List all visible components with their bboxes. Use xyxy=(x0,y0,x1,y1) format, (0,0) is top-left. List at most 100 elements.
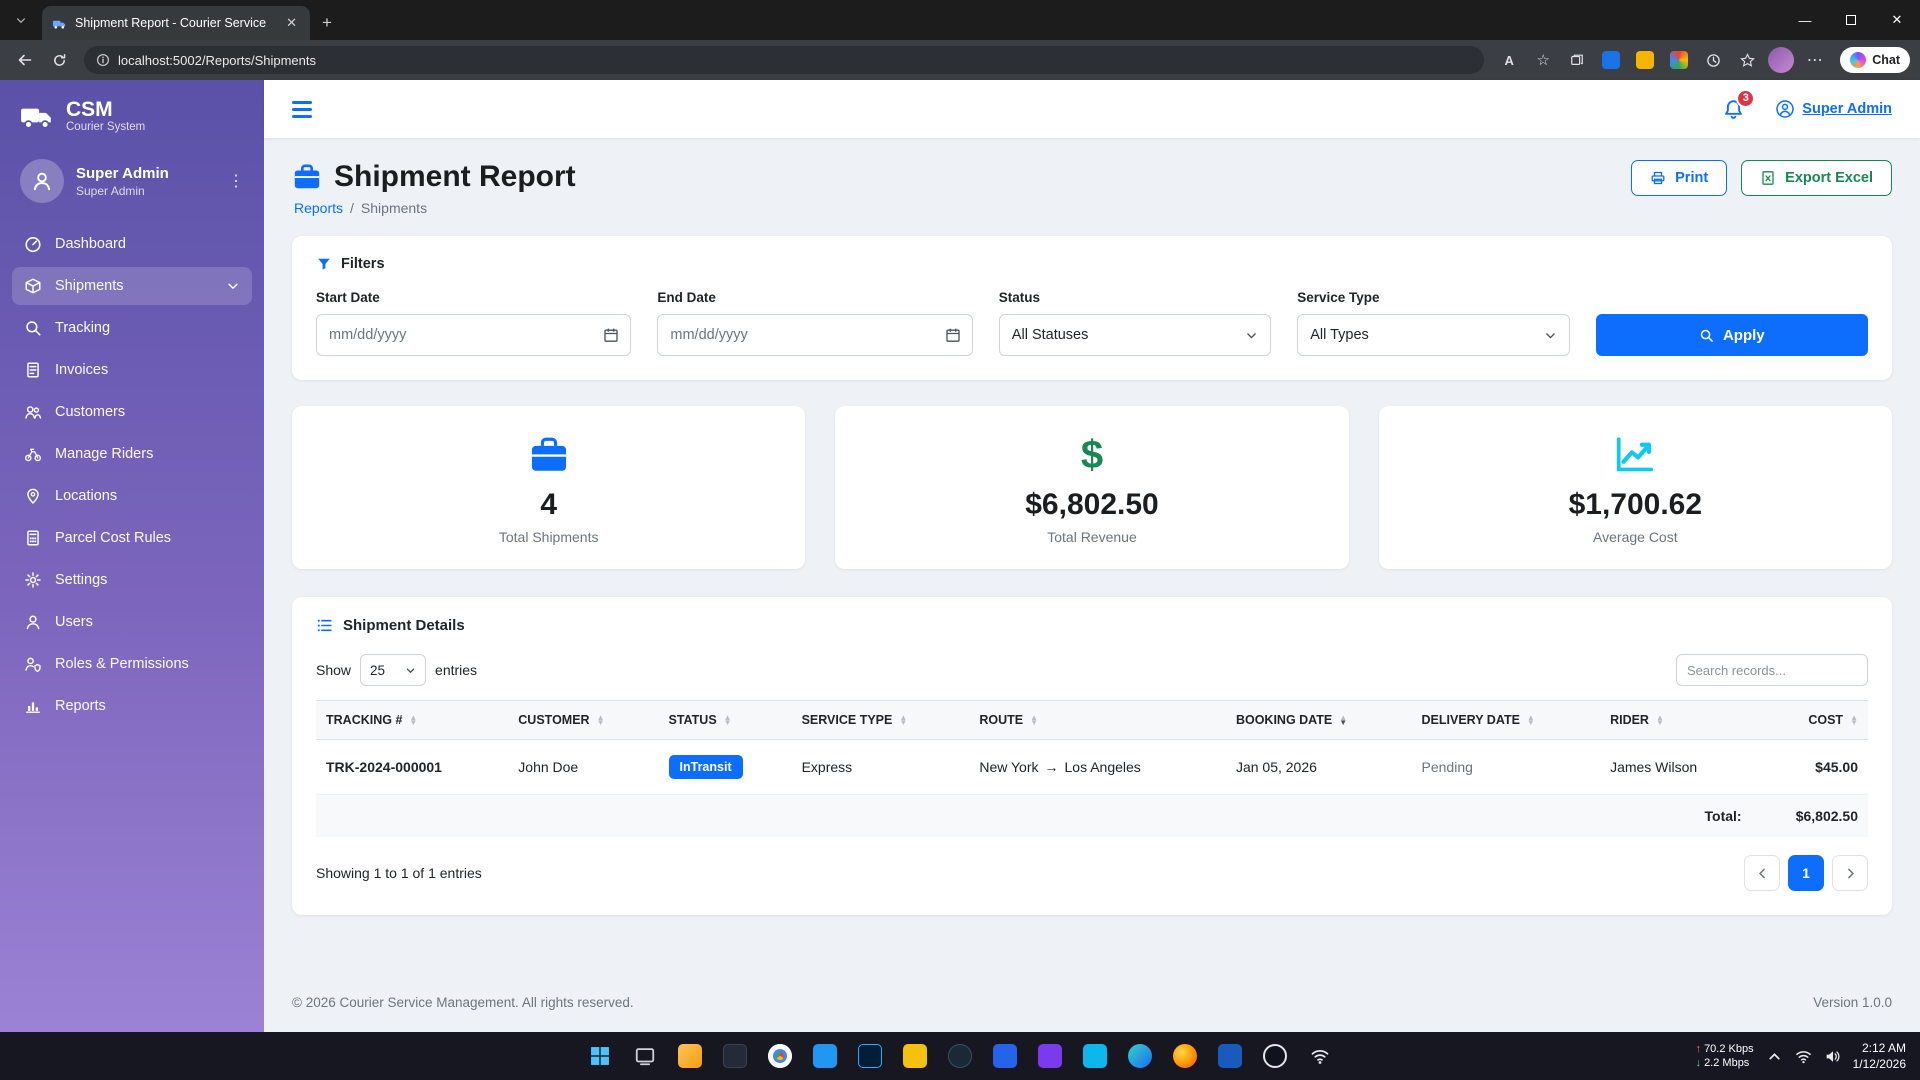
terminal-app-icon[interactable] xyxy=(716,1036,754,1076)
collections-icon[interactable] xyxy=(1562,45,1592,75)
app-topbar: 3 Super Admin xyxy=(264,80,1920,138)
service-type-select[interactable]: All Types xyxy=(1297,314,1569,356)
page-scroll-area[interactable]: Shipment Report Reports / Shipments xyxy=(264,138,1920,1032)
topbar-user-link[interactable]: Super Admin xyxy=(1775,99,1892,119)
files-app-icon[interactable] xyxy=(671,1036,709,1076)
col-header-tracking[interactable]: TRACKING #▲▼ xyxy=(316,701,508,740)
col-header-service-type[interactable]: SERVICE TYPE▲▼ xyxy=(792,701,970,740)
wifi-tool-icon[interactable] xyxy=(1301,1036,1339,1076)
settings-more-icon[interactable]: ⋯ xyxy=(1800,45,1830,75)
start-date-input[interactable] xyxy=(316,314,631,356)
download-arrow-icon: ↓ xyxy=(1696,1057,1702,1069)
hidden-icons-chevron[interactable] xyxy=(1766,1048,1783,1065)
search-icon xyxy=(1699,328,1714,343)
sidebar-item-invoices[interactable]: Invoices xyxy=(12,351,252,389)
user-menu-icon[interactable]: ⋮ xyxy=(228,171,244,191)
volume-icon[interactable] xyxy=(1824,1048,1841,1065)
chevron-down-icon xyxy=(226,279,240,293)
calendar-icon[interactable] xyxy=(945,327,961,343)
vscode-icon[interactable] xyxy=(806,1036,844,1076)
taskbar-clock[interactable]: 2:12 AM 1/12/2026 xyxy=(1853,1040,1906,1072)
windows-taskbar: ↑ 70.2 Kbps ↓ 2.2 Mbps 2:12 AM 1/12/2026 xyxy=(0,1032,1920,1080)
gear-icon xyxy=(24,571,42,589)
sidebar-item-settings[interactable]: Settings xyxy=(12,561,252,599)
new-tab-button[interactable]: + xyxy=(310,6,344,40)
read-aloud-icon[interactable]: A xyxy=(1494,45,1524,75)
sidebar-item-parcel-cost-rules[interactable]: Parcel Cost Rules xyxy=(12,519,252,557)
task-view-button[interactable] xyxy=(626,1036,664,1076)
vscode-insiders-icon[interactable] xyxy=(1031,1036,1069,1076)
word-icon[interactable] xyxy=(1211,1036,1249,1076)
pagination: 1 xyxy=(1744,855,1868,891)
close-button[interactable]: ✕ xyxy=(1874,0,1920,40)
notifications-button[interactable]: 3 xyxy=(1722,98,1745,121)
printer-icon xyxy=(1650,170,1666,186)
sidebar-item-shipments[interactable]: Shipments xyxy=(12,267,252,305)
extension-multicolor-icon[interactable] xyxy=(1664,45,1694,75)
col-header-cost[interactable]: COST▲▼ xyxy=(1752,701,1868,740)
download-speed: 2.2 Mbps xyxy=(1704,1057,1749,1069)
sidebar-item-manage-riders[interactable]: Manage Riders xyxy=(12,435,252,473)
total-value: $6,802.50 xyxy=(1752,795,1868,838)
refresh-button[interactable] xyxy=(44,45,74,75)
page-size-select[interactable]: 25 xyxy=(360,654,426,686)
apply-button[interactable]: Apply xyxy=(1596,314,1868,356)
sort-icon: ▲▼ xyxy=(1030,716,1038,726)
address-bar[interactable]: localhost:5002/Reports/Shipments xyxy=(84,46,1484,74)
history-icon[interactable] xyxy=(1698,45,1728,75)
prev-page-button[interactable] xyxy=(1744,855,1780,891)
back-button[interactable] xyxy=(10,45,40,75)
breadcrumb-reports-link[interactable]: Reports xyxy=(294,200,343,216)
network-speed-widget[interactable]: ↑ 70.2 Kbps ↓ 2.2 Mbps xyxy=(1696,1042,1754,1071)
sidebar-item-label: Roles & Permissions xyxy=(55,656,189,672)
end-date-input[interactable] xyxy=(657,314,972,356)
firefox-icon[interactable] xyxy=(1166,1036,1204,1076)
sidebar-item-reports[interactable]: Reports xyxy=(12,687,252,725)
export-excel-button[interactable]: Export Excel xyxy=(1741,160,1892,196)
table-row[interactable]: TRK-2024-000001 John Doe InTransit Expre… xyxy=(316,740,1868,795)
profile-avatar[interactable] xyxy=(1766,45,1796,75)
steam-icon[interactable] xyxy=(941,1036,979,1076)
col-header-route[interactable]: ROUTE▲▼ xyxy=(969,701,1226,740)
wifi-icon[interactable] xyxy=(1795,1048,1812,1065)
sidebar-item-dashboard[interactable]: Dashboard xyxy=(12,225,252,263)
tab-close-icon[interactable]: ✕ xyxy=(283,15,300,31)
hamburger-menu-icon[interactable] xyxy=(292,101,312,118)
chrome-icon[interactable] xyxy=(761,1036,799,1076)
col-header-booking-date[interactable]: BOOKING DATE▲▼ xyxy=(1226,701,1412,740)
security-app-icon[interactable] xyxy=(986,1036,1024,1076)
page-number-button[interactable]: 1 xyxy=(1788,855,1824,891)
next-page-button[interactable] xyxy=(1832,855,1868,891)
extension-yellow-icon[interactable] xyxy=(1630,45,1660,75)
sort-icon: ▲▼ xyxy=(899,716,907,726)
chat-button[interactable]: Chat xyxy=(1840,47,1910,73)
extension-blue-icon[interactable] xyxy=(1596,45,1626,75)
edge-icon[interactable] xyxy=(1121,1036,1159,1076)
calendar-icon[interactable] xyxy=(603,327,619,343)
docker-icon[interactable] xyxy=(1076,1036,1114,1076)
sidebar-item-locations[interactable]: Locations xyxy=(12,477,252,515)
obs-icon[interactable] xyxy=(1256,1036,1294,1076)
sidebar-item-tracking[interactable]: Tracking xyxy=(12,309,252,347)
favorites-star-icon[interactable]: ☆ xyxy=(1528,45,1558,75)
col-header-customer[interactable]: CUSTOMER▲▼ xyxy=(508,701,658,740)
status-select[interactable]: All Statuses xyxy=(999,314,1271,356)
maximize-button[interactable] xyxy=(1828,0,1874,40)
browser-tab[interactable]: Shipment Report - Courier Service ✕ xyxy=(42,6,310,40)
browser-essentials-icon[interactable] xyxy=(1732,45,1762,75)
sidebar-item-roles-permissions[interactable]: Roles & Permissions xyxy=(12,645,252,683)
photoshop-icon[interactable] xyxy=(851,1036,889,1076)
col-header-delivery-date[interactable]: DELIVERY DATE▲▼ xyxy=(1412,701,1601,740)
sidebar-item-customers[interactable]: Customers xyxy=(12,393,252,431)
tab-search-button[interactable] xyxy=(0,0,42,40)
minimize-button[interactable]: — xyxy=(1782,0,1828,40)
sidebar-item-label: Invoices xyxy=(55,362,108,378)
sidebar-item-users[interactable]: Users xyxy=(12,603,252,641)
records-search-input[interactable] xyxy=(1676,654,1868,686)
col-header-rider[interactable]: RIDER▲▼ xyxy=(1600,701,1752,740)
print-button[interactable]: Print xyxy=(1631,160,1727,196)
start-button[interactable] xyxy=(581,1036,619,1076)
office-app-icon[interactable] xyxy=(896,1036,934,1076)
col-header-status[interactable]: STATUS▲▼ xyxy=(659,701,792,740)
sidebar: CSM Courier System Super Admin Super Adm… xyxy=(0,80,264,1032)
